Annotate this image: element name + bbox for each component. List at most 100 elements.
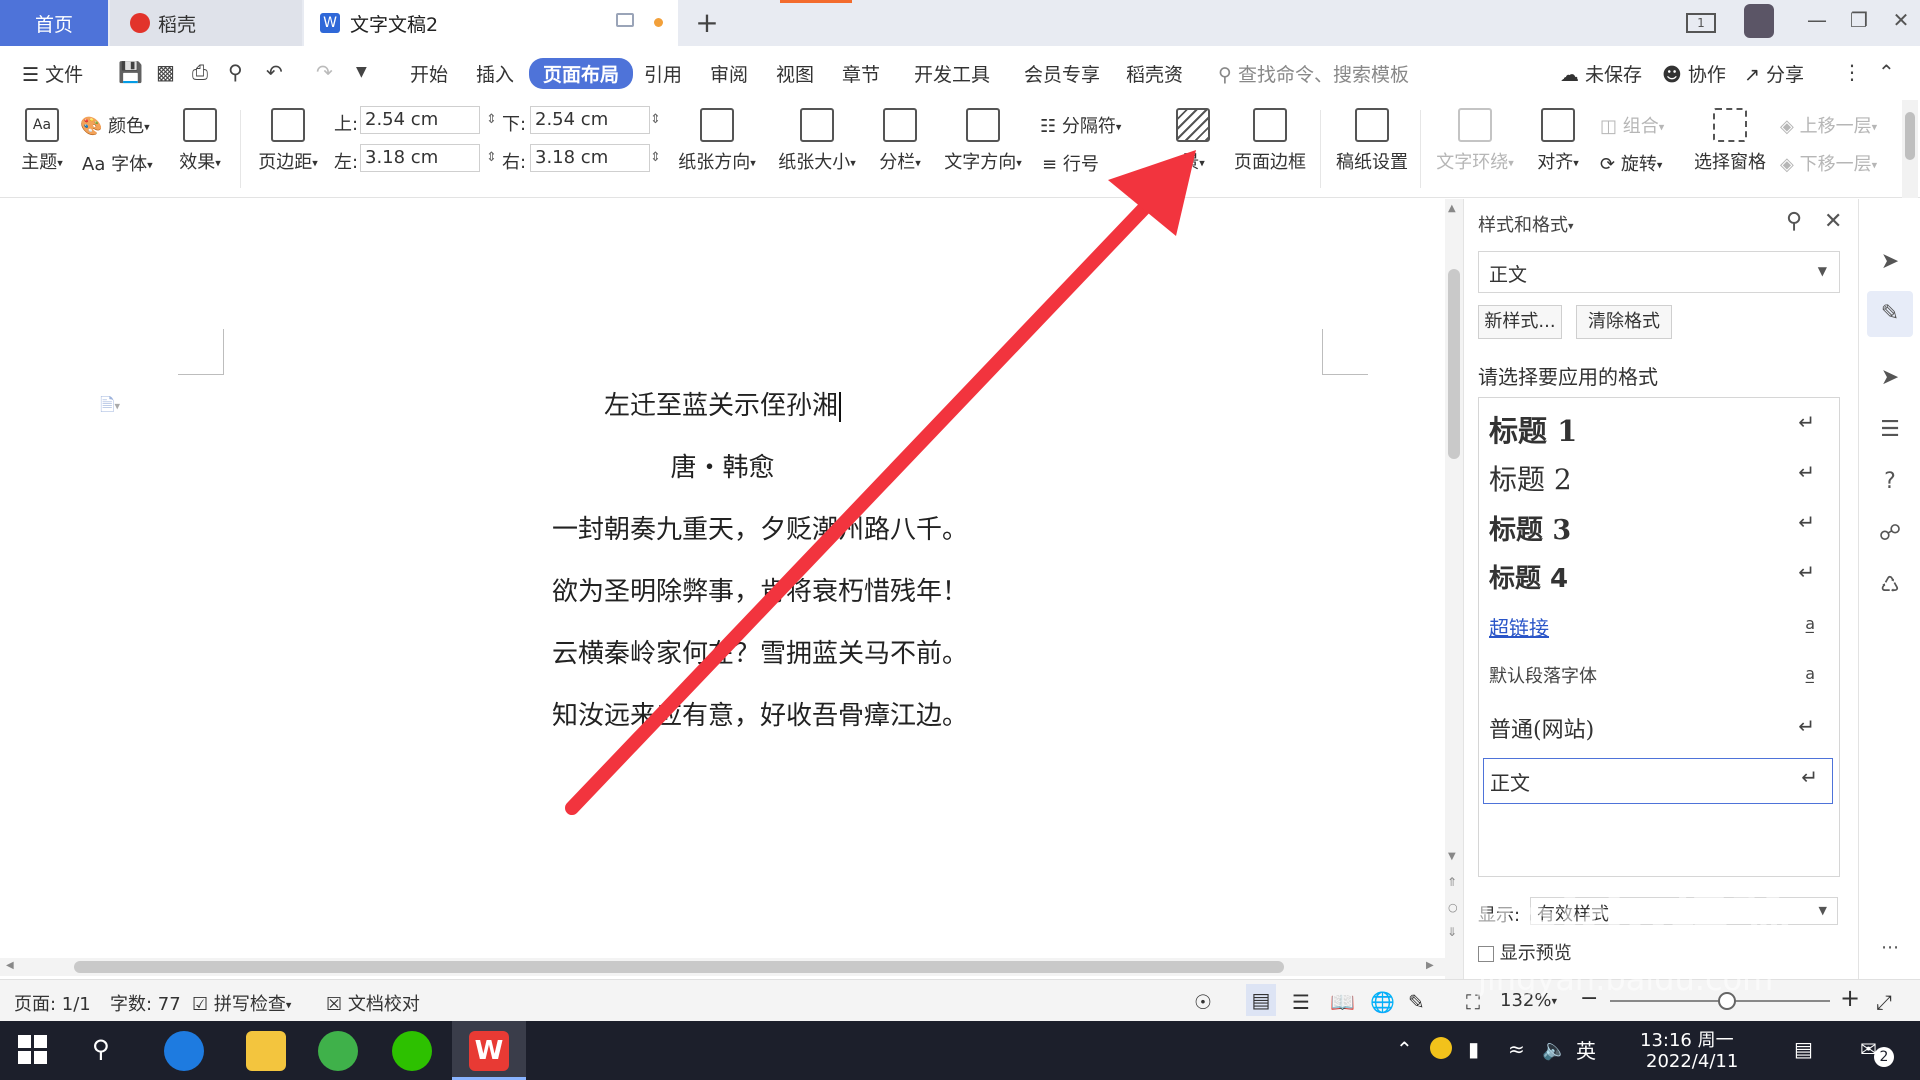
document-horizontal-scrollbar[interactable]: ◀ ▶ xyxy=(0,958,1445,976)
clear-format-button[interactable]: 清除格式 xyxy=(1576,305,1672,339)
word-count[interactable]: 字数: 77 xyxy=(110,990,181,1016)
eye-protection-icon[interactable]: ☉ xyxy=(1194,990,1212,1014)
windows-start-icon[interactable] xyxy=(18,1035,48,1065)
margin-top-spinner-icon[interactable]: ⇕ xyxy=(486,112,497,127)
wps-taskbar-item[interactable]: W xyxy=(452,1021,526,1080)
outline-view-icon[interactable]: ☰ xyxy=(1292,990,1310,1014)
ribbon-scroll-thumb[interactable] xyxy=(1905,112,1915,160)
tray-chevron-icon[interactable]: ⌃ xyxy=(1396,1037,1413,1061)
next-page-icon[interactable]: ⇓ xyxy=(1447,925,1457,939)
doc-author[interactable]: 唐・韩愈 xyxy=(0,447,1445,484)
browser-360-icon[interactable] xyxy=(318,1031,358,1071)
current-style-select[interactable]: 正文 ▼ xyxy=(1478,251,1840,293)
notes-icon[interactable]: ▤ xyxy=(1794,1037,1813,1061)
menu-chapter[interactable]: 章节 xyxy=(842,60,880,87)
print-preview-icon[interactable]: ⚲ xyxy=(228,60,243,84)
style-heading-3[interactable]: 标题 3 ↵ xyxy=(1489,504,1829,550)
horizontal-scroll-thumb[interactable] xyxy=(74,961,1284,973)
document-vertical-scrollbar[interactable]: ▲ ▼ ⇑ ○ ⇓ xyxy=(1445,199,1463,979)
align-button[interactable]: 对齐▾ xyxy=(1530,108,1586,174)
wechat-icon[interactable] xyxy=(392,1031,432,1071)
menu-page-layout[interactable]: 页面布局 xyxy=(529,58,634,89)
color-button[interactable]: 🎨 颜色▾ xyxy=(80,112,150,138)
send-backward-button[interactable]: ◈ 下移一层▾ xyxy=(1780,150,1877,176)
prev-page-icon[interactable]: ⇑ xyxy=(1447,875,1457,889)
restore-icon[interactable]: ❐ xyxy=(1842,8,1876,32)
ie-browser-icon[interactable] xyxy=(164,1031,204,1071)
text-direction-button[interactable]: 文字方向▾ xyxy=(940,108,1026,174)
document-canvas[interactable]: 🗎▾ 左迁至蓝关示侄孙湘 唐・韩愈 一封朝奏九重天，夕贬潮州路八千。 欲为圣明除… xyxy=(0,199,1445,959)
margin-top-input[interactable]: 2.54 cm xyxy=(360,106,480,134)
scroll-left-icon[interactable]: ◀ xyxy=(6,960,14,971)
rocket-icon[interactable]: ➤ xyxy=(1877,249,1903,275)
scroll-right-icon[interactable]: ▶ xyxy=(1426,960,1434,971)
scroll-up-icon[interactable]: ▲ xyxy=(1448,203,1456,214)
tab-document[interactable]: W 文字文稿2 xyxy=(304,0,678,46)
export-pdf-icon[interactable]: ▩ xyxy=(156,60,175,84)
ime-indicator[interactable]: 英 xyxy=(1576,1035,1596,1064)
margin-right-input[interactable]: 3.18 cm xyxy=(530,144,650,172)
style-pen-icon[interactable]: ✎ xyxy=(1867,291,1913,337)
styles-pane-title[interactable]: 样式和格式▾ xyxy=(1478,211,1574,237)
file-menu[interactable]: ☰ 文件 xyxy=(22,60,83,87)
menu-start[interactable]: 开始 xyxy=(410,60,448,87)
poem-line[interactable]: 知汝远来应有意，好收吾骨瘴江边。 xyxy=(552,695,968,732)
clock-time[interactable]: 13:16 周一 xyxy=(1640,1026,1734,1052)
style-default-font[interactable]: 默认段落字体 a̲ xyxy=(1489,658,1829,704)
manuscript-button[interactable]: 稿纸设置 xyxy=(1330,108,1414,174)
more-horizontal-icon[interactable]: ⋯ xyxy=(1877,935,1903,961)
reading-view-icon[interactable]: 📖 xyxy=(1330,990,1355,1014)
doc-title[interactable]: 左迁至蓝关示侄孙湘 xyxy=(0,385,1445,422)
page-border-button[interactable]: 页面边框 xyxy=(1228,108,1312,174)
margin-right-spinner-icon[interactable]: ⇕ xyxy=(650,150,661,165)
pin-icon[interactable]: ⚲ xyxy=(1786,209,1802,234)
page-view-icon[interactable]: ▤ xyxy=(1246,984,1276,1016)
write-view-icon[interactable]: ✎ xyxy=(1408,990,1425,1014)
save-icon[interactable]: 💾 xyxy=(118,60,143,84)
spell-check-button[interactable]: ☑ 拼写检查▾ xyxy=(192,990,291,1016)
window-layout-icon[interactable]: 1 xyxy=(1684,8,1718,33)
more-vertical-icon[interactable]: ⋮ xyxy=(1842,60,1862,84)
unsaved-button[interactable]: ☁ 未保存 xyxy=(1560,60,1642,87)
orientation-button[interactable]: 纸张方向▾ xyxy=(674,108,760,174)
page-count[interactable]: 页面: 1/1 xyxy=(14,990,91,1016)
new-style-button[interactable]: 新样式... xyxy=(1478,305,1562,339)
volume-icon[interactable]: 🔈 xyxy=(1542,1037,1567,1061)
background-button[interactable]: 景▾ xyxy=(1168,108,1218,174)
margin-left-input[interactable]: 3.18 cm xyxy=(360,144,480,172)
theme-button[interactable]: Aa 主题▾ xyxy=(14,108,70,174)
style-heading-2[interactable]: 标题 2 ↵ xyxy=(1489,454,1829,500)
menu-developer[interactable]: 开发工具 xyxy=(914,60,990,87)
menu-more-chevron-icon[interactable]: › xyxy=(1172,62,1178,81)
browse-object-icon[interactable]: ○ xyxy=(1448,901,1458,914)
columns-button[interactable]: 分栏▾ xyxy=(872,108,928,174)
quick-access-dropdown-icon[interactable]: ▼ xyxy=(356,64,367,80)
zoom-slider[interactable] xyxy=(1610,992,1830,1010)
font-button[interactable]: Aa 字体▾ xyxy=(82,150,153,176)
poem-line[interactable]: 欲为圣明除弊事，肯将衰朽惜残年！ xyxy=(552,571,968,608)
share-circle-icon[interactable]: ♺ xyxy=(1877,573,1903,599)
monitor-icon[interactable] xyxy=(616,13,634,27)
menu-member[interactable]: 会员专享 xyxy=(1024,60,1100,87)
style-hyperlink[interactable]: 超链接 a̲ xyxy=(1489,608,1829,654)
ribbon-scrollbar[interactable] xyxy=(1902,100,1918,198)
properties-sliders-icon[interactable]: ☰ xyxy=(1877,417,1903,443)
margin-bottom-spinner-icon[interactable]: ⇕ xyxy=(650,112,661,127)
share-button[interactable]: ↗ 分享 xyxy=(1744,60,1804,87)
line-number-button[interactable]: ≡ 行号 xyxy=(1042,150,1099,176)
rotate-button[interactable]: ⟳ 旋转▾ xyxy=(1600,150,1662,176)
user-avatar[interactable] xyxy=(1742,4,1776,43)
redo-icon[interactable]: ↷ xyxy=(316,60,333,84)
style-heading-4[interactable]: 标题 4 ↵ xyxy=(1489,554,1829,600)
wifi-icon[interactable]: ≈ xyxy=(1508,1037,1525,1061)
tab-home[interactable]: 首页 xyxy=(0,0,108,46)
fullscreen-icon[interactable]: ⤢ xyxy=(1876,990,1892,1014)
scroll-down-icon[interactable]: ▼ xyxy=(1448,851,1456,862)
text-wrap-button[interactable]: 文字环绕▾ xyxy=(1430,108,1520,174)
select-pane-button[interactable]: 选择窗格 xyxy=(1690,108,1770,174)
close-pane-icon[interactable]: ✕ xyxy=(1824,209,1842,234)
proofread-button[interactable]: ☒ 文档校对 xyxy=(326,990,420,1016)
bring-forward-button[interactable]: ◈ 上移一层▾ xyxy=(1780,112,1877,138)
select-cursor-icon[interactable]: ➤ xyxy=(1877,365,1903,391)
close-window-icon[interactable]: ✕ xyxy=(1884,8,1918,32)
